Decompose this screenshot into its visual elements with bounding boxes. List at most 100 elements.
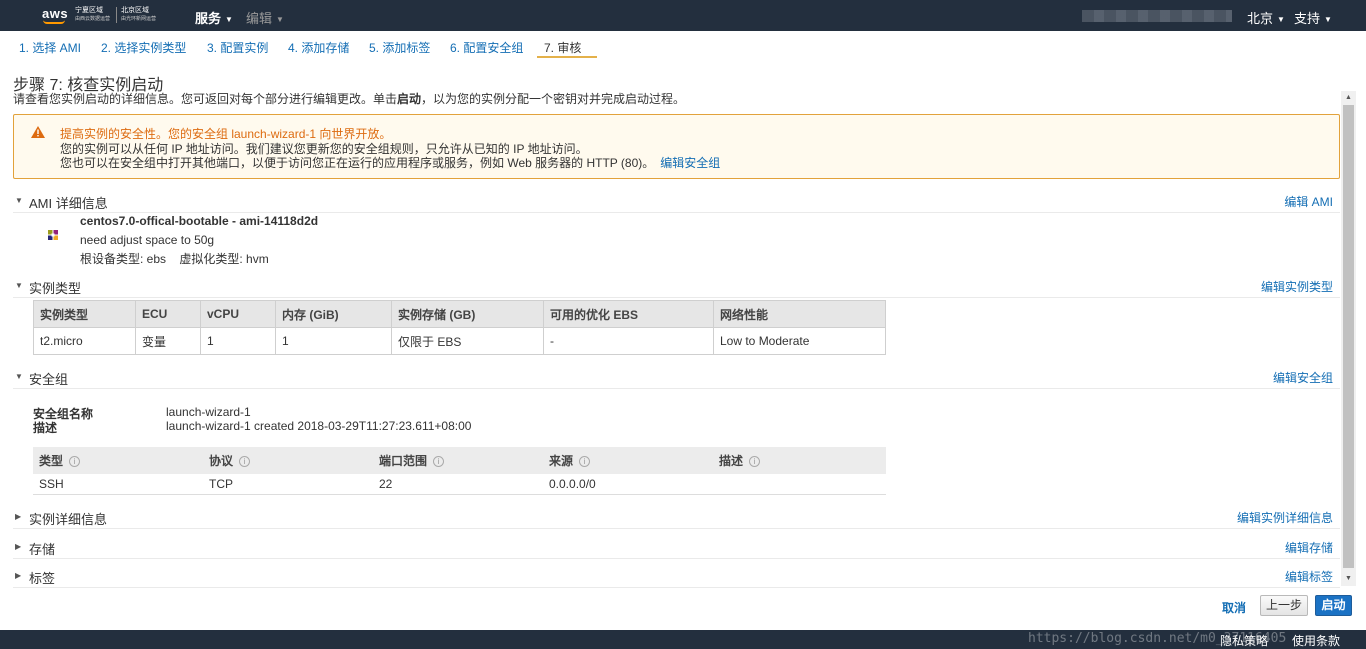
sg-name-value: launch-wizard-1 [166,405,251,419]
chevron-down-icon[interactable]: ▼ [15,372,23,381]
table-cell: - [543,327,714,355]
security-rules-table: 类型 i 协议 i 端口范围 i 来源 i 描述 i SSH TCP 22 0.0.0.0… [33,447,886,495]
table-header: ECU [135,300,201,328]
scroll-down-icon[interactable]: ▼ [1341,572,1356,586]
header-source-label: 来源 [549,454,574,468]
section-tags[interactable]: ▶ 标签 编辑标签 [13,566,1340,588]
table-header: 可用的优化 EBS [543,300,714,328]
table-cell: TCP [203,474,373,495]
info-icon[interactable]: i [579,456,591,468]
services-menu[interactable]: 服务 ▼ [195,8,233,27]
table-header: 端口范围 i [373,447,543,474]
edit-security-group-link[interactable]: 编辑安全组 [660,156,720,170]
edit-security-group-link[interactable]: 编辑安全组 [1273,369,1333,386]
table-header-row: 实例类型 ECU vCPU 内存 (GiB) 实例存储 (GB) 可用的优化 E… [33,300,886,328]
ami-name: centos7.0-offical-bootable - ami-14118d2… [80,214,319,228]
section-instance-details-title: 实例详细信息 [29,512,108,527]
scroll-up-icon[interactable]: ▲ [1341,91,1356,105]
table-cell: 22 [373,474,543,495]
ami-os-icon [48,230,58,240]
support-menu[interactable]: 支持 ▼ [1294,8,1332,27]
edit-menu[interactable]: 编辑 ▼ [246,8,284,27]
tab-choose-ami[interactable]: 1. 选择 AMI [12,36,88,58]
region-label: 北京 [1247,11,1274,26]
info-icon[interactable]: i [749,456,761,468]
section-security-group-title: 安全组 [29,372,69,387]
table-row: t2.micro 变量 1 1 仅限于 EBS - Low to Moderat… [33,327,886,355]
section-tags-title: 标签 [29,571,56,586]
table-header: 网络性能 [713,300,886,328]
logo-divider [116,7,117,23]
region1-subtitle: 由西云数据运营 [75,16,111,22]
region-menu[interactable]: 北京 ▼ [1247,8,1285,27]
warning-message-2: 您也可以在安全组中打开其他端口，以便于访问您正在运行的应用程序或服务，例如 We… [60,154,720,171]
info-icon[interactable]: i [239,456,251,468]
ami-metadata: 根设备类型: ebs 虚拟化类型: hvm [80,252,269,266]
info-icon[interactable]: i [69,456,81,468]
aws-smile-icon [43,20,65,24]
tab-review[interactable]: 7. 审核 [537,36,597,58]
table-cell: 1 [200,327,276,355]
terms-of-use-link[interactable]: 使用条款 [1292,632,1340,649]
page-description: 请查看您实例启动的详细信息。您可返回对每个部分进行编辑更改。单击启动，以为您的实… [13,90,685,107]
table-cell: SSH [33,474,203,495]
ami-description: need adjust space to 50g [80,233,215,247]
section-storage-title: 存储 [29,542,56,557]
section-security-group[interactable]: ▼ 安全组 编辑安全组 [13,367,1340,389]
aws-logo-text: aws [42,6,69,21]
table-header: 内存 (GiB) [275,300,392,328]
edit-storage-link[interactable]: 编辑存储 [1285,539,1333,556]
edit-ami-link[interactable]: 编辑 AMI [1284,193,1333,210]
sg-desc-value: launch-wizard-1 created 2018-03-29T11:27… [166,419,472,433]
section-instance-details[interactable]: ▶ 实例详细信息 编辑实例详细信息 [13,507,1340,529]
tab-add-storage[interactable]: 4. 添加存储 [281,36,356,58]
warning-message-2-text: 您也可以在安全组中打开其他端口，以便于访问您正在运行的应用程序或服务，例如 We… [60,156,655,170]
section-instance-type[interactable]: ▼ 实例类型 编辑实例类型 [13,276,1340,298]
tab-choose-instance-type[interactable]: 2. 选择实例类型 [94,36,193,58]
header-description-label: 描述 [719,454,744,468]
page-desc-text: 请查看您实例启动的详细信息。您可返回对每个部分进行编辑更改。单击 [13,92,398,106]
edit-instance-type-link[interactable]: 编辑实例类型 [1261,278,1333,295]
warning-icon [31,126,45,138]
info-icon[interactable]: i [433,456,445,468]
account-menu-redacted[interactable] [1082,10,1232,22]
chevron-right-icon[interactable]: ▶ [15,512,21,521]
top-navbar: aws 宁夏区域 由西云数据运营 北京区域 由光环新网运营 服务 ▼ 编辑 ▼ 北京… [0,0,1366,31]
chevron-down-icon[interactable]: ▼ [15,281,23,290]
privacy-policy-link[interactable]: 隐私策略 [1220,632,1268,649]
table-header: 类型 i [33,447,203,474]
header-type-label: 类型 [39,454,64,468]
region2-title: 北京区域 [121,7,149,14]
header-port-range-label: 端口范围 [379,454,428,468]
tab-configure-instance[interactable]: 3. 配置实例 [200,36,275,58]
section-ami-details[interactable]: ▼ AMI 详细信息 编辑 AMI [13,191,1340,213]
table-header: 协议 i [203,447,373,474]
launch-button[interactable]: 启动 [1315,595,1352,616]
table-row: SSH TCP 22 0.0.0.0/0 [33,474,886,495]
tab-add-tags[interactable]: 5. 添加标签 [362,36,437,58]
chevron-down-icon: ▼ [276,15,284,25]
vertical-scrollbar[interactable]: ▲ ▼ [1341,91,1356,586]
chevron-down-icon: ▼ [1324,15,1332,25]
chevron-right-icon[interactable]: ▶ [15,571,21,580]
section-storage[interactable]: ▶ 存储 编辑存储 [13,537,1340,559]
sg-desc-label: 描述 [33,421,58,435]
section-ami-title: AMI 详细信息 [29,196,108,211]
chevron-right-icon[interactable]: ▶ [15,542,21,551]
previous-button[interactable]: 上一步 [1260,595,1308,616]
table-cell: 0.0.0.0/0 [543,474,713,495]
edit-tags-link[interactable]: 编辑标签 [1285,568,1333,585]
table-cell: t2.micro [33,327,136,355]
scroll-thumb[interactable] [1343,105,1354,568]
chevron-down-icon[interactable]: ▼ [15,196,23,205]
aws-logo[interactable]: aws 宁夏区域 由西云数据运营 北京区域 由光环新网运营 [42,6,162,26]
table-cell: 1 [275,327,392,355]
table-header: 描述 i [713,447,886,474]
table-header: vCPU [200,300,276,328]
footer-bar: https://blog.csdn.net/m0_37116405 隐私策略 使… [0,630,1366,649]
edit-instance-details-link[interactable]: 编辑实例详细信息 [1237,509,1333,526]
cancel-button[interactable]: 取消 [1222,599,1246,616]
table-header: 实例存储 (GB) [391,300,544,328]
tab-configure-security-group[interactable]: 6. 配置安全组 [443,36,530,58]
table-header: 实例类型 [33,300,136,328]
